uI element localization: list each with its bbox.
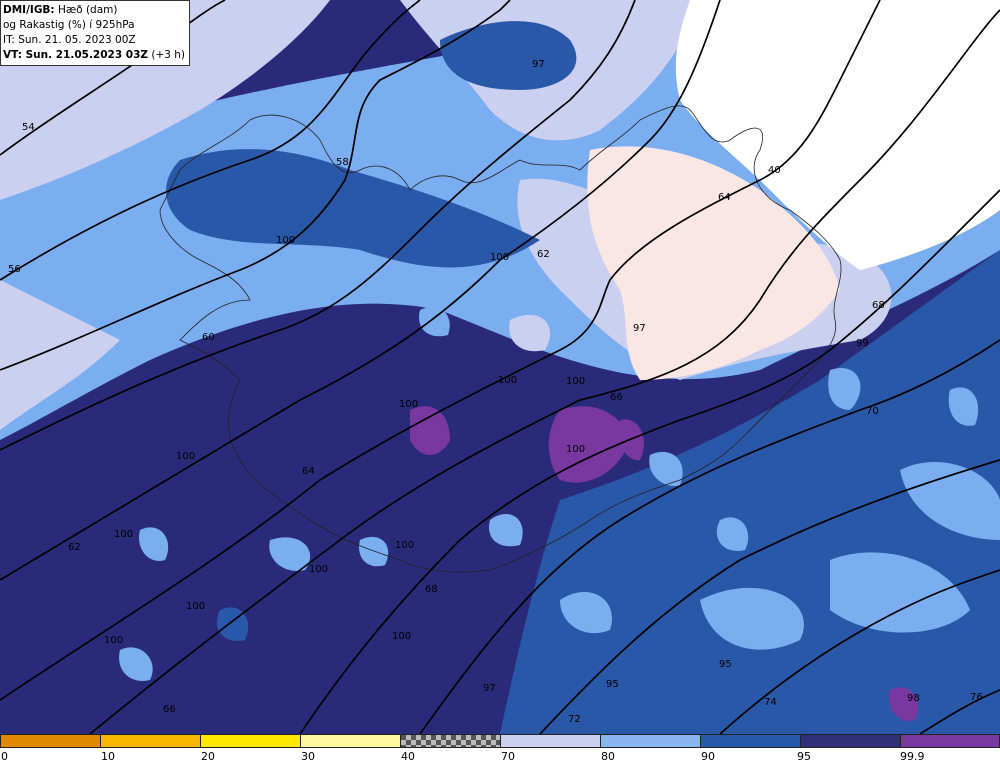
value-label: 100 bbox=[498, 375, 517, 386]
value-label: 97 bbox=[483, 683, 496, 694]
value-label: 100 bbox=[104, 635, 123, 646]
colorbar-cell bbox=[700, 734, 801, 748]
colorbar-cell bbox=[900, 734, 1000, 748]
contour-label: 66 bbox=[163, 704, 176, 715]
colorbar-cell bbox=[500, 734, 601, 748]
value-label: 99 bbox=[856, 338, 869, 349]
colorbar-cell bbox=[300, 734, 401, 748]
colorbar-tick: 70 bbox=[501, 750, 515, 763]
contour-label: 68 bbox=[872, 300, 885, 311]
colorbar-cell bbox=[600, 734, 701, 748]
value-label: 97 bbox=[633, 323, 646, 334]
value-label: 100 bbox=[395, 540, 414, 551]
contour-label: 64 bbox=[718, 192, 731, 203]
contour-label: 60 bbox=[202, 332, 215, 343]
info-lead-time: (+3 h) bbox=[148, 49, 186, 61]
value-label: 100 bbox=[176, 451, 195, 462]
value-label: 97 bbox=[532, 59, 545, 70]
value-label: 95 bbox=[719, 659, 732, 670]
colorbar-tick: 99.9 bbox=[900, 750, 925, 763]
info-source: DMI/IGB: bbox=[3, 4, 55, 16]
value-label: 100 bbox=[114, 529, 133, 540]
colorbar-cell bbox=[400, 734, 501, 748]
colorbar: 0 10 20 30 40 70 80 90 95 99.9 bbox=[0, 734, 1000, 764]
colorbar-tick: 95 bbox=[797, 750, 811, 763]
value-label: 100 bbox=[186, 601, 205, 612]
contour-label: 66 bbox=[610, 392, 623, 403]
info-line-4: VT: Sun. 21.05.2023 03Z (+3 h) bbox=[3, 48, 185, 63]
humidity-map: 54 56 58 60 62 62 64 64 66 66 68 68 70 7… bbox=[0, 0, 1000, 734]
value-label: 100 bbox=[566, 444, 585, 455]
colorbar-tick: 40 bbox=[401, 750, 415, 763]
info-line-1: DMI/IGB: Hæð (dam) bbox=[3, 3, 185, 18]
value-label: 100 bbox=[490, 252, 509, 263]
contour-label: 40 bbox=[768, 165, 781, 176]
value-label: 100 bbox=[399, 399, 418, 410]
value-label: 100 bbox=[566, 376, 585, 387]
colorbar-cell bbox=[0, 734, 101, 748]
value-label: 95 bbox=[606, 679, 619, 690]
value-label: 98 bbox=[907, 693, 920, 704]
colorbar-cell bbox=[200, 734, 301, 748]
colorbar-tick: 80 bbox=[601, 750, 615, 763]
contour-label: 62 bbox=[68, 542, 81, 553]
contour-label: 58 bbox=[336, 157, 349, 168]
contour-label: 56 bbox=[8, 264, 21, 275]
colorbar-tick: 20 bbox=[201, 750, 215, 763]
colorbar-cell bbox=[100, 734, 201, 748]
contour-label: 62 bbox=[537, 249, 550, 260]
contour-label: 64 bbox=[302, 466, 315, 477]
colorbar-tick: 90 bbox=[701, 750, 715, 763]
contour-label: 54 bbox=[22, 122, 35, 133]
colorbar-tick: 0 bbox=[1, 750, 8, 763]
info-box: DMI/IGB: Hæð (dam) og Rakastig (%) í 925… bbox=[0, 0, 191, 66]
colorbar-tick: 30 bbox=[301, 750, 315, 763]
contour-label: 74 bbox=[764, 697, 777, 708]
contour-label: 68 bbox=[425, 584, 438, 595]
contour-label: 70 bbox=[866, 406, 879, 417]
contour-label: 76 bbox=[970, 692, 983, 703]
colorbar-tick: 10 bbox=[101, 750, 115, 763]
info-line-2: og Rakastig (%) í 925hPa bbox=[3, 19, 135, 31]
info-variable: Hæð (dam) bbox=[54, 4, 118, 16]
value-label: 100 bbox=[276, 235, 295, 246]
info-line-3: IT: Sun. 21. 05. 2023 00Z bbox=[3, 34, 136, 46]
value-label: 100 bbox=[392, 631, 411, 642]
colorbar-cell bbox=[800, 734, 901, 748]
info-valid-time: VT: Sun. 21.05.2023 03Z bbox=[3, 49, 149, 61]
contour-label: 72 bbox=[568, 714, 581, 725]
value-label: 100 bbox=[309, 564, 328, 575]
